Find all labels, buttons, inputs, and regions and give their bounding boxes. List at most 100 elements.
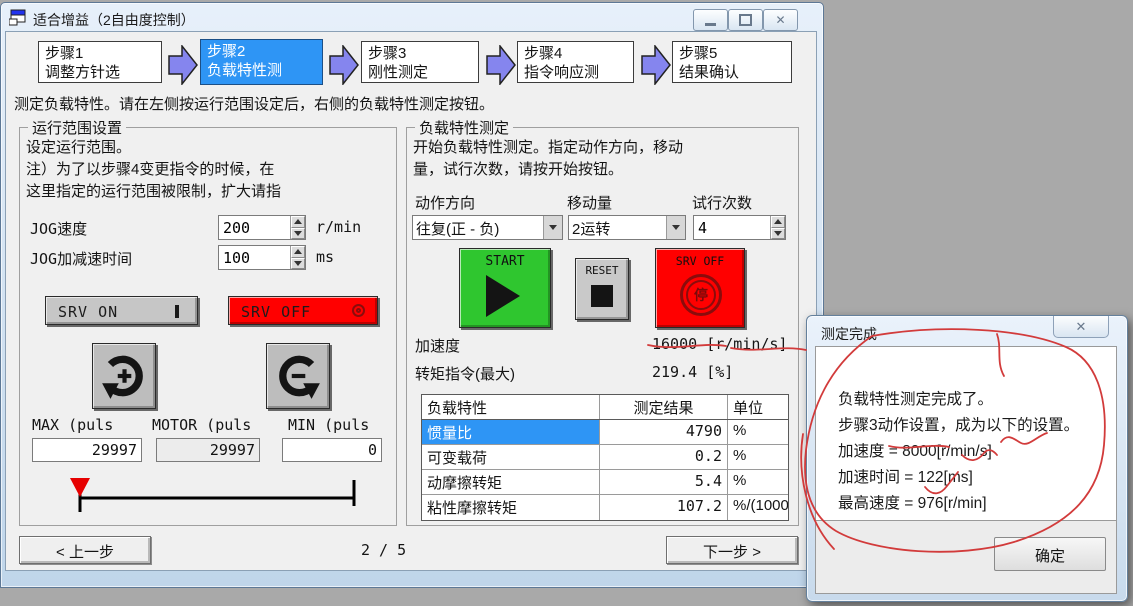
power-on-icon	[175, 305, 179, 318]
emergency-srv-off-label: SRV OFF	[656, 254, 744, 268]
range-group-legend: 运行范围设置	[28, 117, 126, 138]
table-header-unit: 单位	[728, 395, 788, 419]
emergency-srv-off-button[interactable]: SRV OFF 停	[655, 248, 745, 328]
stop-square-icon	[591, 285, 613, 307]
jog-accel-unit: ms	[316, 248, 334, 266]
jog-speed-up-button[interactable]	[291, 216, 305, 228]
start-button[interactable]: START	[459, 248, 551, 328]
jog-speed-input[interactable]	[219, 216, 290, 239]
dialog-line-1: 负载特性测定完成了。	[838, 387, 993, 409]
motor-puls-display	[156, 438, 260, 462]
reset-button[interactable]: RESET	[575, 258, 629, 320]
app-icon	[9, 9, 27, 26]
stop-glyph: 停	[694, 285, 708, 305]
torque-label: 转矩指令(最大)	[415, 363, 515, 384]
jog-speed-down-button[interactable]	[291, 228, 305, 240]
position-slider[interactable]	[32, 470, 382, 516]
measure-desc-2: 量，试行次数，请按开始按钮。	[413, 158, 623, 179]
movement-dropdown-button[interactable]	[666, 216, 685, 239]
table-row[interactable]: 惯量比 4790 %	[422, 420, 788, 445]
table-row[interactable]: 粘性摩擦转矩 107.2 %/(1000	[422, 495, 788, 520]
step-2-tab[interactable]: 步骤2 负载特性测	[200, 39, 323, 85]
movement-value: 2运转	[569, 216, 666, 239]
dialog-line-2: 步骤3动作设置，成为以下的设置。	[838, 413, 1079, 435]
step-1-tab[interactable]: 步骤1 调整方针选	[38, 41, 162, 83]
jog-accel-field[interactable]	[218, 245, 306, 270]
step-5-line1: 步骤5	[679, 44, 791, 63]
step-3-line1: 步骤3	[368, 44, 478, 63]
jog-accel-input[interactable]	[219, 246, 290, 269]
maximize-button[interactable]	[728, 9, 763, 31]
minimize-button[interactable]	[693, 9, 728, 31]
dialog-line-4: 加速时间 = 122[ms]	[838, 465, 973, 487]
table-row[interactable]: 动摩擦转矩 5.4 %	[422, 470, 788, 495]
jog-speed-label: JOG速度	[30, 218, 87, 239]
table-row[interactable]: 可变载荷 0.2 %	[422, 445, 788, 470]
client-area: 步骤1 调整方针选 步骤2 负载特性测 步骤3 刚性测定 步骤4 指令响应测 步…	[5, 31, 817, 571]
range-desc-2: 注）为了以步骤4变更指令的时候，在	[26, 158, 274, 179]
trials-down-button[interactable]	[771, 228, 785, 240]
down-arrow-icon	[774, 231, 782, 236]
range-groupbox: 运行范围设置 设定运行范围。 注）为了以步骤4变更指令的时候，在 这里指定的运行…	[19, 127, 397, 526]
dropdown-arrow-icon	[549, 225, 557, 230]
step-arrow-icon	[329, 45, 359, 85]
table-header-result: 测定结果	[600, 395, 728, 419]
trials-input[interactable]	[694, 216, 770, 239]
jog-speed-field[interactable]	[218, 215, 306, 240]
step-3-tab[interactable]: 步骤3 刚性测定	[361, 41, 479, 83]
jog-speed-unit: r/min	[316, 218, 361, 236]
measure-groupbox: 负载特性测定 开始负载特性测定。指定动作方向，移动 量，试行次数，请按开始按钮。…	[406, 127, 799, 526]
stop-ring-icon: 停	[680, 274, 722, 316]
max-label: MAX (puls	[32, 416, 113, 434]
dialog-close-button[interactable]: ✕	[1053, 316, 1109, 338]
jog-accel-down-button[interactable]	[291, 258, 305, 270]
dialog-body: 负载特性测定完成了。 步骤3动作设置，成为以下的设置。 加速度 = 8000[r…	[815, 346, 1117, 594]
previous-step-button[interactable]: < 上一步	[19, 536, 151, 564]
srv-on-button[interactable]: SRV ON	[45, 296, 198, 325]
desktop: { "window": { "title": "适合增益（2自由度控制）", "…	[0, 0, 1133, 606]
srv-on-label: SRV ON	[58, 303, 118, 321]
trials-up-button[interactable]	[771, 216, 785, 228]
srv-off-label: SRV OFF	[241, 303, 311, 321]
jog-accel-up-button[interactable]	[291, 246, 305, 258]
next-step-button[interactable]: 下一步 >	[666, 536, 798, 564]
step-1-line2: 调整方针选	[45, 63, 161, 82]
max-puls-input[interactable]	[32, 438, 142, 462]
dropdown-arrow-icon	[672, 225, 680, 230]
trials-field[interactable]	[693, 215, 786, 240]
step-arrow-icon	[641, 45, 671, 85]
rotate-cw-minus-icon	[273, 351, 323, 401]
table-header-row: 负载特性 测定结果 单位	[422, 395, 788, 420]
up-arrow-icon	[294, 219, 302, 224]
direction-select[interactable]: 往复(正 - 负)	[412, 215, 563, 240]
direction-dropdown-button[interactable]	[543, 216, 562, 239]
step-4-tab[interactable]: 步骤4 指令响应测	[517, 41, 634, 83]
main-window: 适合增益（2自由度控制） ✕ 步骤1 调整方针选 步骤2 负载特性测 步骤3 刚…	[0, 2, 824, 588]
min-puls-input[interactable]	[282, 438, 382, 462]
movement-select[interactable]: 2运转	[568, 215, 686, 240]
step-2-line2: 负载特性测	[207, 61, 322, 80]
measure-group-legend: 负载特性测定	[415, 117, 513, 138]
step-arrow-icon	[486, 45, 516, 85]
step-arrow-icon	[168, 45, 198, 85]
maximize-icon	[739, 14, 752, 26]
ok-button[interactable]: 确定	[994, 537, 1106, 571]
min-label: MIN (puls	[288, 416, 369, 434]
reset-label: RESET	[576, 264, 628, 277]
step-2-line1: 步骤2	[207, 42, 322, 61]
motor-label: MOTOR (puls	[152, 416, 251, 434]
jog-ccw-button[interactable]	[92, 343, 156, 409]
close-icon: ✕	[1076, 320, 1087, 333]
direction-label: 动作方向	[415, 192, 475, 213]
close-icon: ✕	[775, 14, 785, 26]
close-button[interactable]: ✕	[763, 9, 798, 31]
step-5-tab[interactable]: 步骤5 结果确认	[672, 41, 792, 83]
down-arrow-icon	[294, 261, 302, 266]
up-arrow-icon	[294, 249, 302, 254]
measure-desc-1: 开始负载特性测定。指定动作方向，移动	[413, 136, 683, 157]
minimize-icon	[705, 23, 716, 26]
jog-cw-button[interactable]	[266, 343, 330, 409]
play-icon	[486, 275, 520, 317]
step-1-line1: 步骤1	[45, 44, 161, 63]
srv-off-button[interactable]: SRV OFF	[228, 296, 378, 325]
